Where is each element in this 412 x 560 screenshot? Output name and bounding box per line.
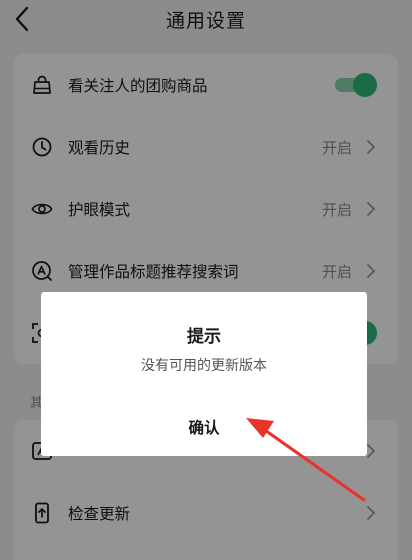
dialog-message: 没有可用的更新版本 (141, 358, 267, 374)
confirm-button[interactable]: 确认 (41, 406, 367, 450)
alert-dialog: 提示 没有可用的更新版本 确认 (41, 292, 367, 456)
dialog-title: 提示 (187, 327, 221, 347)
modal-overlay[interactable] (0, 0, 412, 560)
